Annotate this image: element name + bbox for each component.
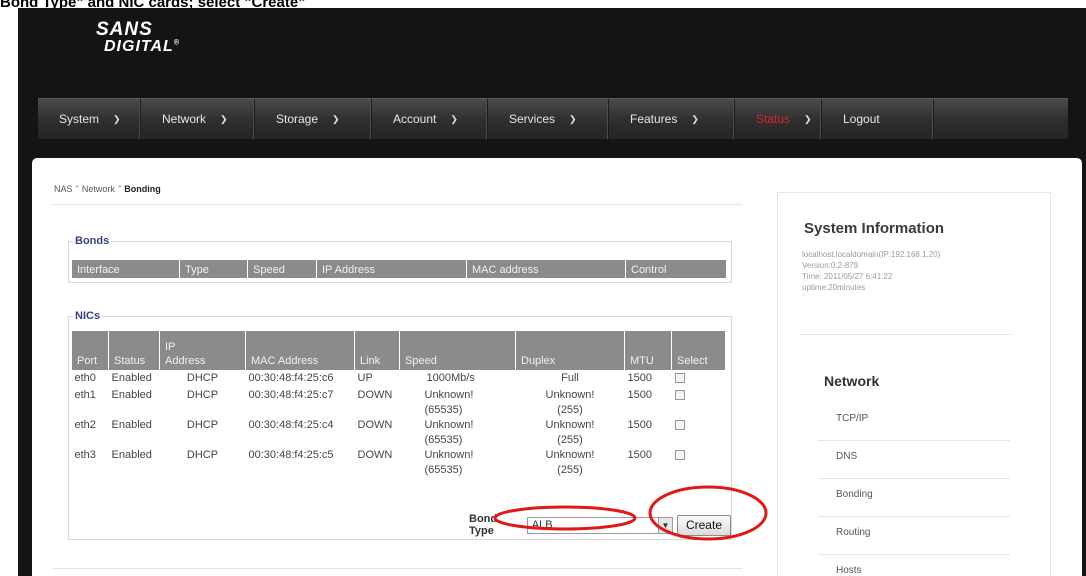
col-speed: Speed <box>399 330 516 371</box>
nics-group: NICs Port Status IP Address MAC Address L… <box>68 310 732 540</box>
nav-storage[interactable]: Storage ❯ <box>255 99 372 139</box>
select-checkbox-eth0[interactable] <box>674 373 685 383</box>
nics-table: Port Status IP Address MAC Address Link S… <box>71 330 726 478</box>
select-checkbox-eth1[interactable] <box>674 390 685 400</box>
nav-account[interactable]: Account ❯ <box>372 99 488 139</box>
nav-features[interactable]: Features ❯ <box>609 99 735 139</box>
breadcrumb-nas[interactable]: NAS <box>54 184 73 194</box>
network-section-title: Network <box>824 373 880 389</box>
bonds-table: Interface Type Speed IP Address MAC addr… <box>71 259 727 279</box>
chevron-down-icon: ❯ <box>691 113 699 124</box>
bond-type-row: Bond Type ALB ▼ Create <box>469 513 731 537</box>
content-panel: NAS» Network» Bonding Bonds Interface Type… <box>32 158 1082 576</box>
link-hosts[interactable]: Hosts <box>818 555 1010 576</box>
system-information-title: System Information <box>804 220 945 237</box>
col-link: Link <box>354 330 400 371</box>
col-ip-address: IP Address <box>159 330 246 371</box>
nav-status[interactable]: Status ❯ <box>735 99 822 139</box>
nav-system[interactable]: System ❯ <box>38 99 141 139</box>
nics-legend: NICs <box>75 310 101 322</box>
col-select: Select <box>671 330 726 371</box>
col-ip-address: IP Address <box>316 259 467 279</box>
link-tcpip[interactable]: TCP/IP <box>818 403 1010 441</box>
chevron-down-icon: ❯ <box>332 113 340 124</box>
col-duplex: Duplex <box>515 330 625 371</box>
bond-type-label: Bond Type <box>469 513 498 537</box>
bonds-legend: Bonds <box>75 235 110 247</box>
select-checkbox-eth2[interactable] <box>674 420 685 430</box>
col-interface: Interface <box>71 259 180 279</box>
select-checkbox-eth3[interactable] <box>674 450 685 460</box>
col-type: Type <box>179 259 248 279</box>
bonds-group: Bonds Interface Type Speed IP Address MA… <box>68 235 732 283</box>
system-information-panel: System Information localhost.localdomain… <box>777 192 1051 576</box>
app-window: SANS DIGITAL® System ❯ Network ❯ Storage ❯ … <box>18 8 1086 576</box>
table-row: eth0 Enabled DHCP 00:30:48:f4:25:c6 UP 1… <box>72 371 726 389</box>
link-routing[interactable]: Routing <box>818 517 1010 555</box>
col-mtu: MTU <box>624 330 672 371</box>
col-port: Port <box>71 330 109 371</box>
nav-services[interactable]: Services ❯ <box>488 99 609 139</box>
chevron-down-icon: ❯ <box>450 113 458 124</box>
nav-logout[interactable]: Logout <box>822 99 934 139</box>
breadcrumb-current: Bonding <box>124 184 161 194</box>
chevron-down-icon: ❯ <box>113 113 121 124</box>
chevron-down-icon: ❯ <box>569 113 577 124</box>
col-mac-address: MAC address <box>466 259 626 279</box>
link-bonding[interactable]: Bonding <box>818 479 1010 517</box>
table-row: eth3 Enabled DHCP 00:30:48:f4:25:c5 DOWN… <box>72 448 726 478</box>
network-links: TCP/IP DNS Bonding Routing Hosts <box>818 403 1010 576</box>
sans-digital-logo: SANS DIGITAL® <box>96 19 180 55</box>
nav-network[interactable]: Network ❯ <box>141 99 255 139</box>
divider <box>52 204 742 205</box>
chevron-down-icon: ❯ <box>220 113 228 124</box>
table-row: eth1 Enabled DHCP 00:30:48:f4:25:c7 DOWN… <box>72 388 726 418</box>
col-control: Control <box>625 259 727 279</box>
create-button[interactable]: Create <box>676 514 731 536</box>
breadcrumb: NAS» Network» Bonding <box>54 184 161 194</box>
divider <box>52 568 742 569</box>
breadcrumb-network[interactable]: Network <box>82 184 115 194</box>
link-dns[interactable]: DNS <box>818 441 1010 479</box>
col-status: Status <box>108 330 160 371</box>
system-info-text: localhost.localdomain(IP:192.168.1.20) V… <box>802 250 941 292</box>
main-nav: System ❯ Network ❯ Storage ❯ Account ❯ Servi… <box>38 98 1068 139</box>
chevron-down-icon: ▼ <box>657 517 672 533</box>
table-row: eth2 Enabled DHCP 00:30:48:f4:25:c4 DOWN… <box>72 418 726 448</box>
chevron-down-icon: ❯ <box>804 113 812 124</box>
col-mac-address: MAC Address <box>245 330 355 371</box>
bond-type-select[interactable]: ALB ▼ <box>526 516 673 534</box>
divider <box>800 334 1012 335</box>
col-speed: Speed <box>247 259 317 279</box>
